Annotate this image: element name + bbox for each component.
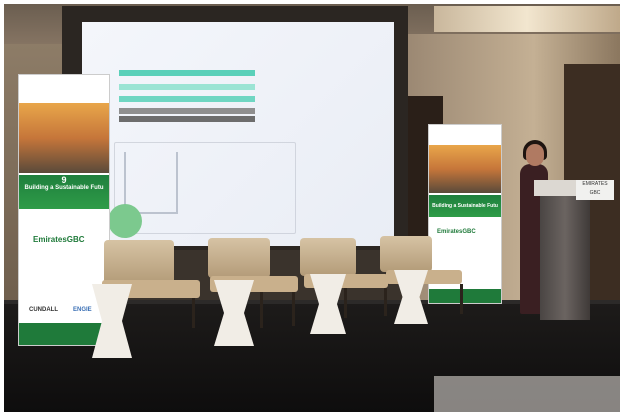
podium-sign-line: EMIRATES xyxy=(582,181,608,187)
floor xyxy=(434,376,620,412)
chair-leg xyxy=(460,284,463,314)
podium xyxy=(540,190,590,320)
banner-brand: EmiratesGBC xyxy=(437,229,476,235)
banner-base xyxy=(19,323,109,345)
banner-brand: EmiratesGBC xyxy=(33,235,85,244)
banner-headline: Building a Sustainable Futu xyxy=(24,185,104,191)
photo-frame: 9 Building a Sustainable Futu EmiratesGB… xyxy=(4,4,620,412)
slide-bar xyxy=(119,116,255,122)
podium-sign: EMIRATES GBC xyxy=(576,180,614,200)
podium-sign-line: GBC xyxy=(589,190,601,196)
sponsor-cundall: CUNDALL xyxy=(29,307,58,313)
slide-bar xyxy=(119,70,255,76)
armchair xyxy=(208,238,270,278)
skyline-photo xyxy=(19,103,109,173)
armchair xyxy=(380,236,432,272)
chair-leg xyxy=(292,292,295,326)
slide-bar xyxy=(119,108,255,114)
skyline-photo xyxy=(429,145,501,193)
chair-leg xyxy=(192,298,195,328)
banner-base xyxy=(429,289,501,303)
left-rollup-banner: 9 Building a Sustainable Futu EmiratesGB… xyxy=(18,74,110,346)
banner-edition: 9 xyxy=(61,175,67,185)
chair-leg xyxy=(384,288,387,316)
ceiling-light xyxy=(434,6,620,32)
speaker-head xyxy=(526,144,544,166)
armchair xyxy=(104,240,174,284)
armchair xyxy=(300,238,356,276)
slide-bar xyxy=(119,96,255,102)
slide-bar xyxy=(119,84,255,90)
sponsor-engie: ENGIE xyxy=(73,307,92,313)
chair-leg xyxy=(260,292,263,328)
chair-leg xyxy=(344,288,347,318)
slide-logo-icon xyxy=(108,204,142,238)
banner-headline-band: 9 Building a Sustainable Futu xyxy=(19,175,109,209)
banner-headline: Building a Sustainable Futu xyxy=(429,195,501,217)
